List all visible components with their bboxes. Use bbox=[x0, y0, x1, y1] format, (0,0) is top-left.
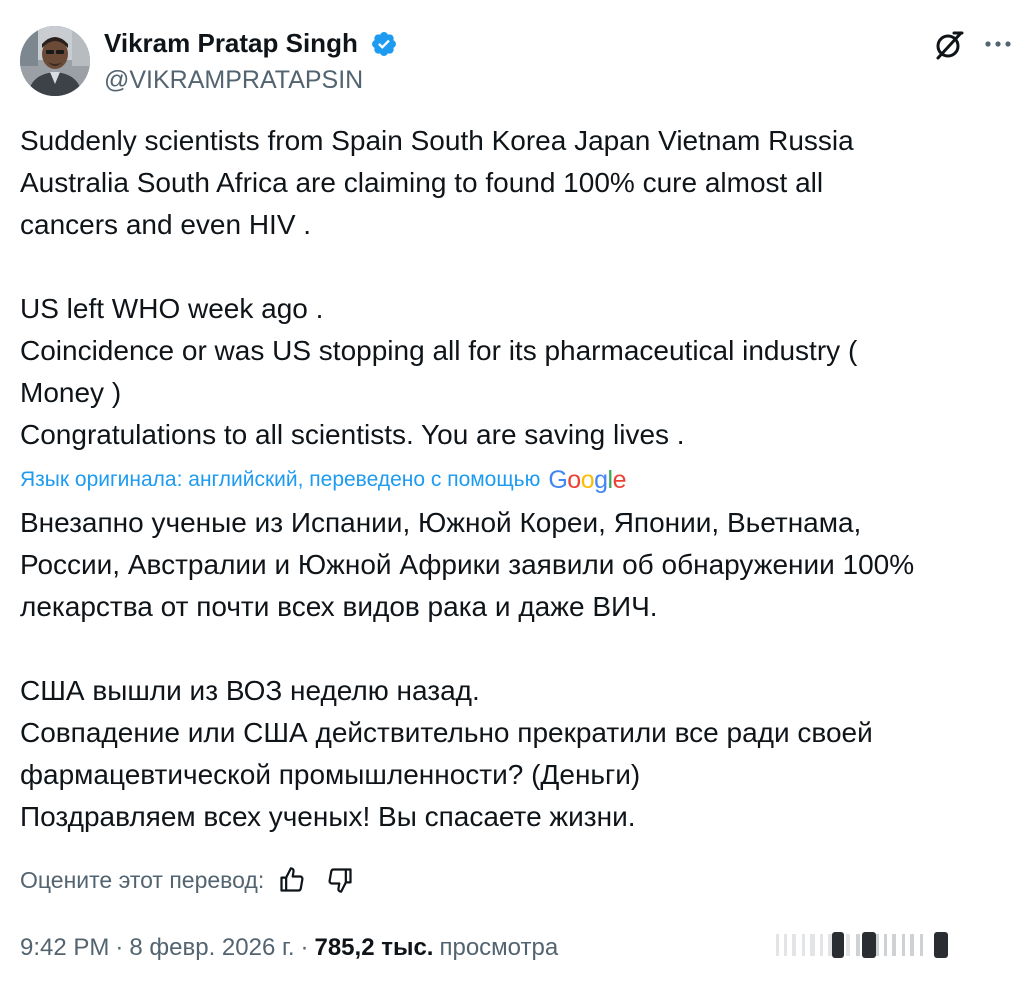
translated-line: США вышли из ВОЗ неделю назад. bbox=[20, 675, 480, 706]
display-name[interactable]: Vikram Pratap Singh bbox=[104, 26, 358, 60]
google-logo: Google bbox=[548, 466, 626, 494]
verified-badge-icon bbox=[370, 30, 398, 58]
tweet-card: Vikram Pratap Singh @VIKRAMPRATAPSIN Sud… bbox=[0, 0, 1034, 983]
rating-label: Оцените этот перевод: bbox=[20, 866, 265, 893]
grok-icon[interactable] bbox=[932, 28, 966, 62]
views-label: просмотра bbox=[439, 934, 559, 961]
thumbs-down-icon[interactable] bbox=[326, 866, 354, 894]
tweet-line: US left WHO week ago . bbox=[20, 293, 324, 324]
views-count[interactable]: 785,2 тыс. bbox=[314, 934, 433, 962]
tweet-line: cancers and even HIV . bbox=[20, 209, 312, 240]
translation-source-link[interactable]: Язык оригинала: английский, переведено с… bbox=[20, 464, 627, 496]
tweet-line: Congratulations to all scientists. You a… bbox=[20, 419, 685, 450]
tweet-line: Australia South Africa are claiming to f… bbox=[20, 167, 824, 198]
translated-text: Внезапно ученые из Испании, Южной Кореи,… bbox=[20, 502, 1010, 838]
watermark-image bbox=[776, 926, 1016, 966]
meta-separator: · bbox=[115, 934, 124, 961]
translated-line: фармацевтической промышленности? (Деньги… bbox=[20, 759, 641, 790]
more-options-icon[interactable] bbox=[980, 30, 1016, 58]
translation-note[interactable]: Язык оригинала: английский, переведено с… bbox=[20, 468, 540, 492]
translated-line: Внезапно ученые из Испании, Южной Кореи,… bbox=[20, 507, 862, 538]
translated-line: лекарства от почти всех видов рака и даж… bbox=[20, 591, 658, 622]
translated-line: Поздравляем всех ученых! Вы спасаете жиз… bbox=[20, 801, 636, 832]
tweet-line: Coincidence or was US stopping all for i… bbox=[20, 335, 858, 366]
tweet-line: Money ) bbox=[20, 377, 122, 408]
user-handle[interactable]: @VIKRAMPRATAPSIN bbox=[104, 64, 363, 96]
tweet-time[interactable]: 9:42 PM bbox=[20, 934, 109, 962]
meta-separator: · bbox=[300, 934, 309, 961]
thumbs-up-icon[interactable] bbox=[278, 866, 306, 894]
translation-rating: Оцените этот перевод: bbox=[20, 862, 354, 898]
tweet-text: Suddenly scientists from Spain South Kor… bbox=[20, 120, 1010, 456]
avatar[interactable] bbox=[20, 26, 90, 96]
tweet-date[interactable]: 8 февр. 2026 г. bbox=[129, 934, 294, 962]
translated-line: Совпадение или США действительно прекрат… bbox=[20, 717, 873, 748]
tweet-meta: 9:42 PM · 8 февр. 2026 г. · 785,2 тыс. п… bbox=[20, 930, 558, 966]
translated-line: России, Австралии и Южной Африки заявили… bbox=[20, 549, 915, 580]
tweet-line: Suddenly scientists from Spain South Kor… bbox=[20, 125, 854, 156]
translated-blank-line bbox=[20, 628, 1010, 670]
